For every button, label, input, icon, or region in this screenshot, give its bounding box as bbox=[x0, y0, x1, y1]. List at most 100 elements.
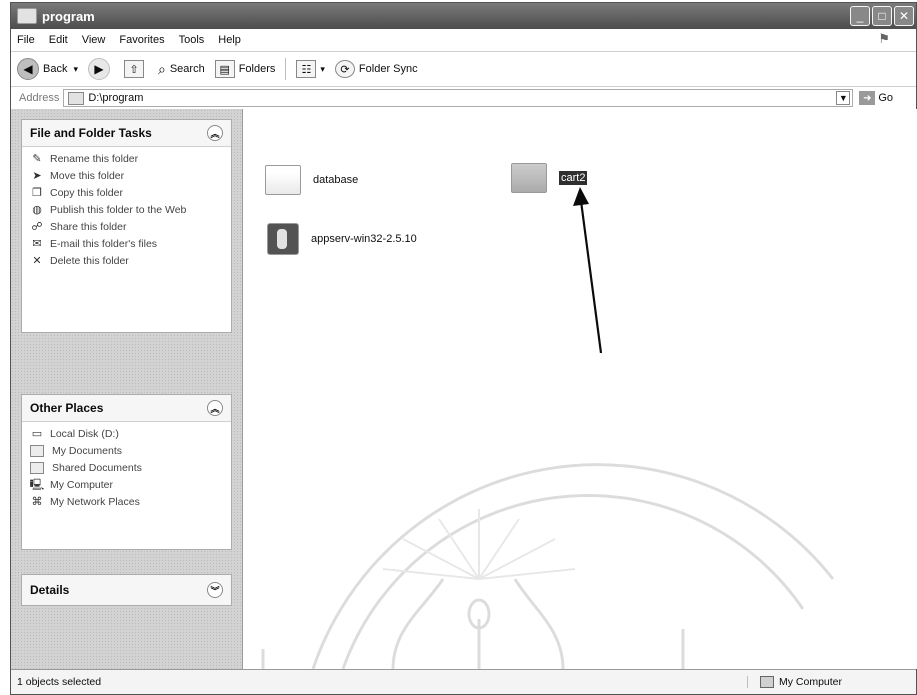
search-button[interactable]: ⌕ Search bbox=[158, 61, 205, 78]
maximize-button[interactable]: □ bbox=[872, 6, 892, 26]
place-label: Shared Documents bbox=[52, 462, 142, 474]
other-places-panel: Other Places ︽ ▭ Local Disk (D:) My Docum… bbox=[21, 394, 232, 550]
menu-tools[interactable]: Tools bbox=[179, 34, 205, 46]
toolbar: ◀ Back ▾ ▶ ⇧ ⌕ Search ▤ Folders ☷ ▾ ⟳ Fo… bbox=[11, 52, 916, 87]
folder-sync-button[interactable]: ⟳ Folder Sync bbox=[334, 60, 418, 78]
share-folder-link[interactable]: ☍ Share this folder bbox=[30, 221, 223, 233]
status-selection: 1 objects selected bbox=[11, 676, 748, 688]
annotation-arrow bbox=[573, 187, 603, 354]
minimize-button[interactable]: _ bbox=[850, 6, 870, 26]
copy-folder-link[interactable]: ❐ Copy this folder bbox=[30, 187, 223, 199]
task-label: Move this folder bbox=[50, 170, 125, 182]
place-shared-documents[interactable]: Shared Documents bbox=[30, 462, 223, 474]
task-label: Share this folder bbox=[50, 221, 127, 233]
move-folder-link[interactable]: ➤ Move this folder bbox=[30, 170, 223, 182]
address-bar: Address D:\program ▼ ➜ Go bbox=[11, 87, 916, 110]
place-label: Local Disk (D:) bbox=[50, 428, 119, 440]
back-button[interactable]: ◀ Back ▾ bbox=[17, 58, 78, 80]
forward-arrow-icon: ▶ bbox=[88, 58, 110, 80]
close-button[interactable]: ✕ bbox=[894, 6, 914, 26]
folder-icon bbox=[30, 445, 44, 457]
panel-header[interactable]: Details ︾ bbox=[22, 575, 231, 605]
place-network-places[interactable]: ⌘ My Network Places bbox=[30, 496, 223, 508]
search-icon: ⌕ bbox=[158, 60, 166, 77]
task-label: Delete this folder bbox=[50, 255, 129, 267]
collapse-icon[interactable]: ︽ bbox=[207, 125, 223, 141]
up-button[interactable]: ⇧ bbox=[124, 60, 148, 78]
go-arrow-icon: ➜ bbox=[859, 91, 876, 105]
toolbar-separator bbox=[285, 58, 287, 80]
back-arrow-icon: ◀ bbox=[17, 58, 39, 80]
rename-folder-link[interactable]: ✎ Rename this folder bbox=[30, 153, 223, 165]
panel-title: Other Places bbox=[30, 401, 104, 415]
title-bar[interactable]: program _ □ ✕ bbox=[11, 3, 916, 29]
folders-icon: ▤ bbox=[214, 60, 235, 78]
delete-folder-link[interactable]: ✕ Delete this folder bbox=[30, 255, 223, 267]
menu-help[interactable]: Help bbox=[218, 34, 241, 46]
menu-bar: File Edit View Favorites Tools Help ⚑ bbox=[11, 29, 916, 52]
task-pane: File and Folder Tasks ︽ ✎ Rename this fol… bbox=[11, 109, 243, 669]
status-location: My Computer bbox=[748, 676, 842, 688]
task-label: Rename this folder bbox=[50, 153, 139, 165]
rename-icon: ✎ bbox=[32, 153, 42, 165]
folder-sync-label: Folder Sync bbox=[358, 63, 418, 75]
search-label: Search bbox=[169, 63, 205, 75]
address-field[interactable]: D:\program ▼ bbox=[63, 89, 854, 107]
task-label: E-mail this folder's files bbox=[50, 238, 158, 250]
folders-label: Folders bbox=[238, 63, 276, 75]
menu-view[interactable]: View bbox=[82, 34, 106, 46]
place-label: My Documents bbox=[52, 445, 123, 457]
folder-icon bbox=[68, 91, 85, 105]
file-folder-tasks-panel: File and Folder Tasks ︽ ✎ Rename this fol… bbox=[21, 119, 232, 333]
views-icon: ☷ bbox=[296, 60, 317, 78]
share-icon: ☍ bbox=[31, 221, 43, 233]
views-button[interactable]: ☷ ▾ bbox=[296, 60, 325, 78]
status-location-label: My Computer bbox=[779, 676, 843, 688]
forward-button[interactable]: ▶ bbox=[88, 58, 114, 80]
place-my-documents[interactable]: My Documents bbox=[30, 445, 223, 457]
computer-icon bbox=[760, 676, 774, 688]
back-label: Back bbox=[43, 63, 68, 75]
copy-icon: ❐ bbox=[32, 187, 42, 199]
menu-edit[interactable]: Edit bbox=[49, 34, 68, 46]
address-label: Address bbox=[19, 92, 60, 104]
address-dropdown-icon[interactable]: ▼ bbox=[836, 91, 851, 105]
go-button[interactable]: ➜ Go bbox=[859, 91, 893, 105]
place-my-computer[interactable]: 🖳 My Computer bbox=[30, 479, 223, 491]
publish-folder-link[interactable]: ◍ Publish this folder to the Web bbox=[30, 204, 223, 216]
collapse-icon[interactable]: ︽ bbox=[207, 400, 223, 416]
status-bar: 1 objects selected My Computer bbox=[11, 669, 916, 694]
place-label: My Network Places bbox=[50, 496, 140, 508]
folder-icon bbox=[17, 8, 37, 24]
sync-icon: ⟳ bbox=[334, 60, 355, 78]
window-title: program bbox=[42, 8, 95, 24]
place-local-disk[interactable]: ▭ Local Disk (D:) bbox=[30, 428, 223, 440]
panel-title: File and Folder Tasks bbox=[30, 126, 152, 140]
details-panel: Details ︾ bbox=[21, 574, 232, 606]
folder-up-icon: ⇧ bbox=[124, 60, 144, 78]
back-dropdown-icon[interactable]: ▾ bbox=[73, 64, 78, 75]
views-dropdown-icon: ▾ bbox=[320, 63, 325, 74]
explorer-window: program _ □ ✕ File Edit View Favorites T… bbox=[10, 2, 917, 695]
window-controls: _ □ ✕ bbox=[850, 6, 914, 26]
network-icon: ⌘ bbox=[31, 496, 43, 508]
task-label: Publish this folder to the Web bbox=[50, 204, 187, 216]
address-value: D:\program bbox=[88, 92, 144, 104]
delete-icon: ✕ bbox=[32, 255, 42, 267]
expand-icon[interactable]: ︾ bbox=[207, 582, 223, 598]
windows-logo-icon: ⚑ bbox=[878, 31, 890, 46]
place-label: My Computer bbox=[50, 479, 114, 491]
email-icon: ✉ bbox=[32, 238, 42, 250]
email-folder-link[interactable]: ✉ E-mail this folder's files bbox=[30, 238, 223, 250]
folders-button[interactable]: ▤ Folders bbox=[214, 60, 276, 78]
task-label: Copy this folder bbox=[50, 187, 123, 199]
go-label: Go bbox=[878, 92, 894, 104]
panel-title: Details bbox=[30, 583, 70, 597]
drive-icon: ▭ bbox=[31, 428, 43, 440]
file-list-view[interactable]: database cart2 appserv-win32-2.5.10 bbox=[243, 109, 917, 669]
menu-favorites[interactable]: Favorites bbox=[119, 34, 164, 46]
panel-header[interactable]: Other Places ︽ bbox=[22, 395, 231, 422]
globe-icon: ◍ bbox=[32, 204, 42, 216]
menu-file[interactable]: File bbox=[17, 34, 35, 46]
panel-header[interactable]: File and Folder Tasks ︽ bbox=[22, 120, 231, 147]
